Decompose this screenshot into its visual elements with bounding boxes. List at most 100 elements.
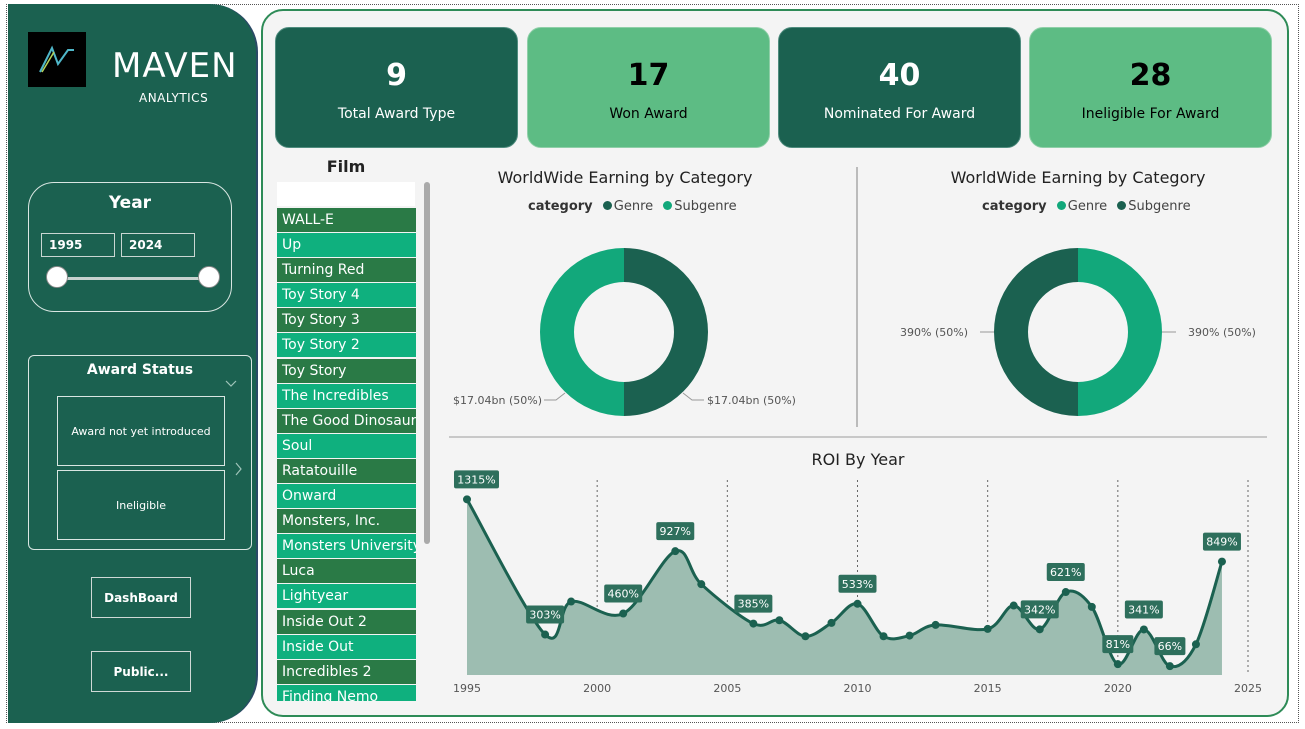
- roi-point[interactable]: [1165, 662, 1174, 671]
- roi-point[interactable]: [879, 632, 888, 641]
- film-item[interactable]: Toy Story 2: [277, 333, 416, 358]
- slice-data-label: $17.04bn (50%): [453, 394, 542, 407]
- film-item[interactable]: Ratatouille: [277, 458, 416, 483]
- roi-point[interactable]: [827, 618, 836, 627]
- year-slider-start-handle[interactable]: [46, 266, 68, 288]
- kpi-label: Total Award Type: [337, 106, 456, 122]
- kpi-card-nominated: 40 Nominated For Award: [778, 27, 1021, 148]
- roi-point[interactable]: [541, 630, 550, 639]
- year-to-input[interactable]: 2024: [121, 233, 195, 257]
- roi-point[interactable]: [1061, 588, 1070, 597]
- roi-point[interactable]: [671, 547, 680, 556]
- year-from-input[interactable]: 1995: [41, 233, 115, 257]
- award-status-option[interactable]: Ineligible: [57, 470, 225, 540]
- roi-point[interactable]: [931, 620, 940, 629]
- roi-point[interactable]: [463, 495, 471, 504]
- film-item[interactable]: Turning Red: [277, 258, 416, 283]
- film-item[interactable]: Luca: [277, 559, 416, 584]
- donut-chart-earnings-2[interactable]: 390% (50%) 390% (50%): [878, 230, 1278, 430]
- roi-point[interactable]: [619, 609, 628, 618]
- film-item[interactable]: Monsters University: [277, 534, 416, 559]
- film-item[interactable]: Incredibles 2: [277, 659, 416, 684]
- donut-slice[interactable]: [994, 248, 1078, 416]
- roi-point[interactable]: [1113, 660, 1122, 669]
- legend-swatch: [663, 201, 673, 210]
- film-item[interactable]: Inside Out 2: [277, 609, 416, 634]
- award-status-title: Award Status: [86, 362, 194, 378]
- film-item[interactable]: Soul: [277, 433, 416, 458]
- roi-point[interactable]: [567, 597, 576, 606]
- roi-area-chart[interactable]: 1995 2000 2005 2010 2015 2020 2025 1315% 303% 460…: [440, 470, 1275, 702]
- roi-data-label: 1315%: [457, 473, 495, 486]
- slice-data-label: 390% (50%): [900, 326, 968, 339]
- film-item[interactable]: Toy Story 3: [277, 308, 416, 333]
- film-item[interactable]: Toy Story: [277, 358, 416, 383]
- roi-point[interactable]: [749, 619, 758, 628]
- film-list-scrollbar[interactable]: [424, 182, 430, 544]
- year-slicer-title: Year: [108, 193, 152, 213]
- film-item[interactable]: Finding Nemo: [277, 684, 416, 701]
- roi-data-label: 533%: [842, 578, 873, 591]
- film-slicer-title: Film: [326, 157, 366, 176]
- roi-point[interactable]: [1087, 602, 1096, 611]
- donut-slice[interactable]: [624, 248, 708, 416]
- maven-logo: [28, 32, 86, 87]
- roi-point[interactable]: [775, 616, 784, 625]
- roi-point[interactable]: [1009, 601, 1018, 610]
- kpi-value: 28: [1129, 58, 1172, 93]
- film-item[interactable]: Monsters, Inc.: [277, 509, 416, 534]
- public-button[interactable]: Public...: [91, 651, 191, 692]
- roi-point[interactable]: [1217, 557, 1226, 566]
- roi-point[interactable]: [1139, 625, 1148, 634]
- donut-slice[interactable]: [540, 248, 624, 416]
- roi-data-label: 342%: [1024, 603, 1055, 616]
- legend-entry: Genre: [1067, 199, 1108, 214]
- donut-chart-earnings-1[interactable]: $17.04bn (50%) $17.04bn (50%): [440, 230, 840, 430]
- roi-point[interactable]: [905, 631, 914, 640]
- donut-slice[interactable]: [1078, 248, 1162, 416]
- roi-data-label: 849%: [1206, 536, 1237, 549]
- brand-subtitle: ANALYTICS: [139, 91, 209, 105]
- kpi-value: 9: [386, 58, 407, 93]
- kpi-card-ineligible: 28 Ineligible For Award: [1029, 27, 1272, 148]
- film-item[interactable]: Toy Story 4: [277, 283, 416, 308]
- legend-swatch: [1117, 201, 1127, 210]
- legend-title: category: [528, 199, 593, 214]
- roi-point[interactable]: [1035, 625, 1044, 634]
- legend-title: category: [982, 199, 1047, 214]
- legend-swatch: [602, 201, 612, 210]
- year-slider-track[interactable]: [57, 277, 209, 280]
- chevron-right-icon[interactable]: [235, 462, 243, 476]
- film-item[interactable]: Inside Out: [277, 634, 416, 659]
- donut1-title: WorldWide Earning by Category: [497, 168, 753, 187]
- roi-chart-title: ROI By Year: [811, 450, 905, 469]
- film-item[interactable]: Onward: [277, 484, 416, 509]
- x-tick-label: 2010: [844, 682, 872, 695]
- kpi-label: Won Award: [609, 106, 688, 122]
- x-tick-label: 2000: [583, 682, 611, 695]
- brand-name: MAVEN: [112, 46, 238, 86]
- chevron-down-icon[interactable]: [225, 380, 237, 388]
- film-item[interactable]: The Good Dinosaur: [277, 408, 416, 433]
- award-status-option[interactable]: Award not yet introduced: [57, 396, 225, 466]
- roi-point[interactable]: [853, 599, 862, 608]
- film-item[interactable]: The Incredibles: [277, 383, 416, 408]
- year-slider-end-handle[interactable]: [198, 266, 220, 288]
- film-item[interactable]: Up: [277, 233, 416, 258]
- roi-point[interactable]: [1191, 640, 1200, 649]
- roi-point[interactable]: [801, 632, 810, 641]
- roi-data-label: 927%: [660, 525, 691, 538]
- film-item[interactable]: Lightyear: [277, 584, 416, 609]
- section-divider: [449, 436, 1267, 438]
- roi-point[interactable]: [697, 580, 706, 589]
- roi-data-label: 460%: [607, 588, 638, 601]
- film-search-input[interactable]: [277, 182, 415, 206]
- roi-data-label: 341%: [1128, 603, 1159, 616]
- kpi-card-total-award-type: 9 Total Award Type: [275, 27, 518, 148]
- roi-data-label: 385%: [738, 598, 769, 611]
- roi-data-label: 81%: [1106, 638, 1130, 651]
- roi-point[interactable]: [983, 624, 992, 633]
- film-item[interactable]: WALL-E: [277, 208, 416, 232]
- dashboard-button[interactable]: DashBoard: [91, 577, 191, 618]
- sidebar: MAVEN ANALYTICS Year 1995 2024 Award Sta…: [8, 4, 258, 723]
